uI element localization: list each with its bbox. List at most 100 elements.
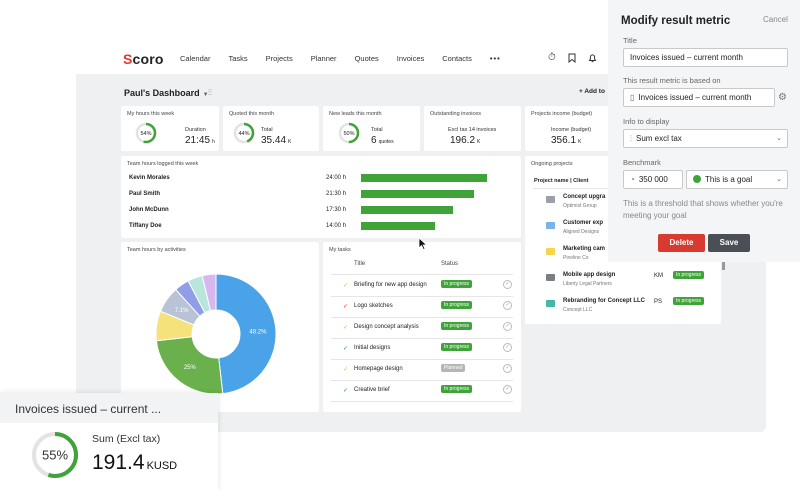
task-row[interactable]: ✓ Initial designs In progress ✓ (323, 339, 521, 360)
benchmark-input[interactable]: ◔ 350 000 (623, 170, 683, 189)
delete-button[interactable]: Delete (658, 234, 705, 252)
widget-title: Invoices issued – current ... (15, 402, 162, 416)
info-display-value: Sum excl tax (636, 134, 682, 143)
nav-calendar[interactable]: Calendar (180, 54, 210, 63)
timer-icon[interactable]: ⏱ (548, 53, 556, 66)
logo-text: coro (132, 51, 164, 67)
task-name[interactable]: Initial designs (354, 345, 390, 351)
kpi-title: Outstanding invoices (430, 111, 482, 117)
goal-status-dot (693, 175, 701, 183)
status-badge: In progress (673, 297, 705, 305)
gauge-icon: ◔ (630, 175, 635, 184)
hours-bar (361, 206, 453, 214)
task-name[interactable]: Homepage design (354, 366, 403, 372)
bookmark-icon: ▯ (630, 93, 635, 102)
team-hours-row[interactable]: John McDunn 17:30 h (121, 202, 521, 218)
metric-source-select[interactable]: ▯ Invoices issued – current month (623, 88, 775, 107)
kpi-card-quoted[interactable]: Quoted this month 44% Total 35.44 K (223, 106, 319, 151)
title-input[interactable]: Invoices issued – current month (623, 48, 788, 67)
kpi-card-hours[interactable]: My hours this week 54% Duration 21:45 h (121, 106, 219, 151)
task-row[interactable]: ✓ Design concept analysis In progress ✓ (323, 318, 521, 339)
complete-task-icon[interactable]: ✓ (503, 364, 512, 373)
project-name[interactable]: Rebranding for Concept LLC (563, 298, 645, 304)
task-row[interactable]: ✓ Logo sketches In progress ✓ (323, 297, 521, 318)
bookmark-icon[interactable] (568, 53, 576, 66)
scoro-logo[interactable]: Scoro (123, 51, 164, 67)
complete-task-icon[interactable]: ✓ (503, 385, 512, 394)
dashboard-title-text: Paul's Dashboard (124, 88, 200, 98)
task-name[interactable]: Briefing for new app design (354, 282, 427, 288)
kpi-unit: K (578, 139, 582, 145)
top-icons: ⏱ (548, 53, 597, 66)
complete-task-icon[interactable]: ✓ (503, 322, 512, 331)
activities-donut-chart: 48.2% 25% 7.1% (155, 273, 277, 395)
member-hours: 21:30 h (326, 191, 347, 197)
metric-widget[interactable]: Invoices issued – current ... 55% Sum (E… (0, 393, 218, 490)
project-name[interactable]: Marketing cam (563, 246, 605, 252)
goal-type-select[interactable]: This is a goal ⌄ (686, 170, 788, 189)
kpi-progress-ring: 54% (135, 122, 157, 144)
complete-task-icon[interactable]: ✓ (503, 280, 512, 289)
status-badge: In progress (441, 301, 473, 309)
hours-bar (361, 174, 487, 182)
project-icon (546, 274, 555, 281)
task-name[interactable]: Logo sketches (354, 303, 393, 309)
team-hours-row[interactable]: Kevin Morales 24:00 h (121, 170, 521, 186)
task-name[interactable]: Creative brief (354, 387, 390, 393)
check-icon: ✓ (343, 367, 349, 373)
team-hours-row[interactable]: Paul Smith 21:30 h (121, 186, 521, 202)
dashboard-title[interactable]: Paul's Dashboard ▼ (124, 88, 209, 98)
status-badge: In progress (441, 343, 473, 351)
member-name: Kevin Morales (129, 175, 170, 181)
kpi-value-number: 6 (371, 135, 377, 146)
task-row[interactable]: ✓ Briefing for new app design In progress ✓ (323, 276, 521, 297)
nav-quotes[interactable]: Quotes (355, 54, 379, 63)
project-name[interactable]: Concept upgra (563, 194, 605, 200)
cancel-button[interactable]: Cancel (763, 15, 788, 24)
member-name: John McDunn (129, 207, 169, 213)
add-to-button[interactable]: + Add to (579, 88, 605, 95)
project-icon (546, 248, 555, 255)
task-row[interactable]: ✓ Homepage design Planned ✓ (323, 360, 521, 381)
scrollbar[interactable] (722, 262, 725, 270)
bell-icon[interactable] (588, 53, 597, 66)
kpi-label: Duration (185, 127, 206, 133)
kpi-title: Projects income (budget) (531, 111, 593, 117)
kpi-value: 196.2 K (450, 135, 480, 146)
member-hours: 24:00 h (326, 175, 347, 181)
project-name[interactable]: Customer exp (563, 220, 603, 226)
kpi-card-projects-income[interactable]: Projects income (budget) Income (budget)… (525, 106, 609, 151)
nav-invoices[interactable]: Invoices (397, 54, 425, 63)
project-icon (546, 196, 555, 203)
nav-contacts[interactable]: Contacts (442, 54, 472, 63)
panel-title: Modify result metric (621, 15, 731, 27)
project-row[interactable]: Rebranding for Concept LLC Concept LLC PS I… (525, 294, 721, 320)
nav-projects[interactable]: Projects (266, 54, 293, 63)
check-icon: ✓ (343, 304, 349, 310)
kpi-unit: h (212, 139, 215, 145)
save-button[interactable]: Save (708, 234, 750, 252)
project-row[interactable]: Mobile app design Liberty Legal Partners K… (525, 268, 721, 294)
nav-tasks[interactable]: Tasks (228, 54, 247, 63)
project-name[interactable]: Mobile app design (563, 272, 615, 278)
kpi-card-leads[interactable]: New leads this month 50% Total 6 quotes (323, 106, 420, 151)
complete-task-icon[interactable]: ✓ (503, 301, 512, 310)
kpi-title: New leads this month (329, 111, 382, 117)
widget-progress-ring: 55% (32, 432, 78, 478)
task-row[interactable]: ✓ Creative brief In progress ✓ (323, 381, 521, 402)
team-hours-row[interactable]: Tiffany Doe 14:00 h (121, 218, 521, 234)
nav-more-button[interactable]: ••• (490, 54, 501, 63)
card-title: My tasks (329, 247, 351, 253)
widget-value: 191.4 KUSD (92, 451, 177, 475)
benchmark-value: 350 000 (638, 175, 668, 184)
filter-icon[interactable]: ⫶⫶ (208, 88, 212, 98)
kpi-value: 21:45 h (185, 135, 215, 146)
gear-icon[interactable]: ⚙ (778, 92, 787, 103)
nav-planner[interactable]: Planner (311, 54, 337, 63)
donut-slice[interactable] (215, 273, 277, 395)
member-name: Paul Smith (129, 191, 161, 197)
info-display-select[interactable]: ⫶ Sum excl tax ⌄ (623, 129, 788, 148)
task-name[interactable]: Design concept analysis (354, 324, 419, 330)
complete-task-icon[interactable]: ✓ (503, 343, 512, 352)
kpi-card-outstanding[interactable]: Outstanding invoices Excl tax 14 invoice… (424, 106, 521, 151)
